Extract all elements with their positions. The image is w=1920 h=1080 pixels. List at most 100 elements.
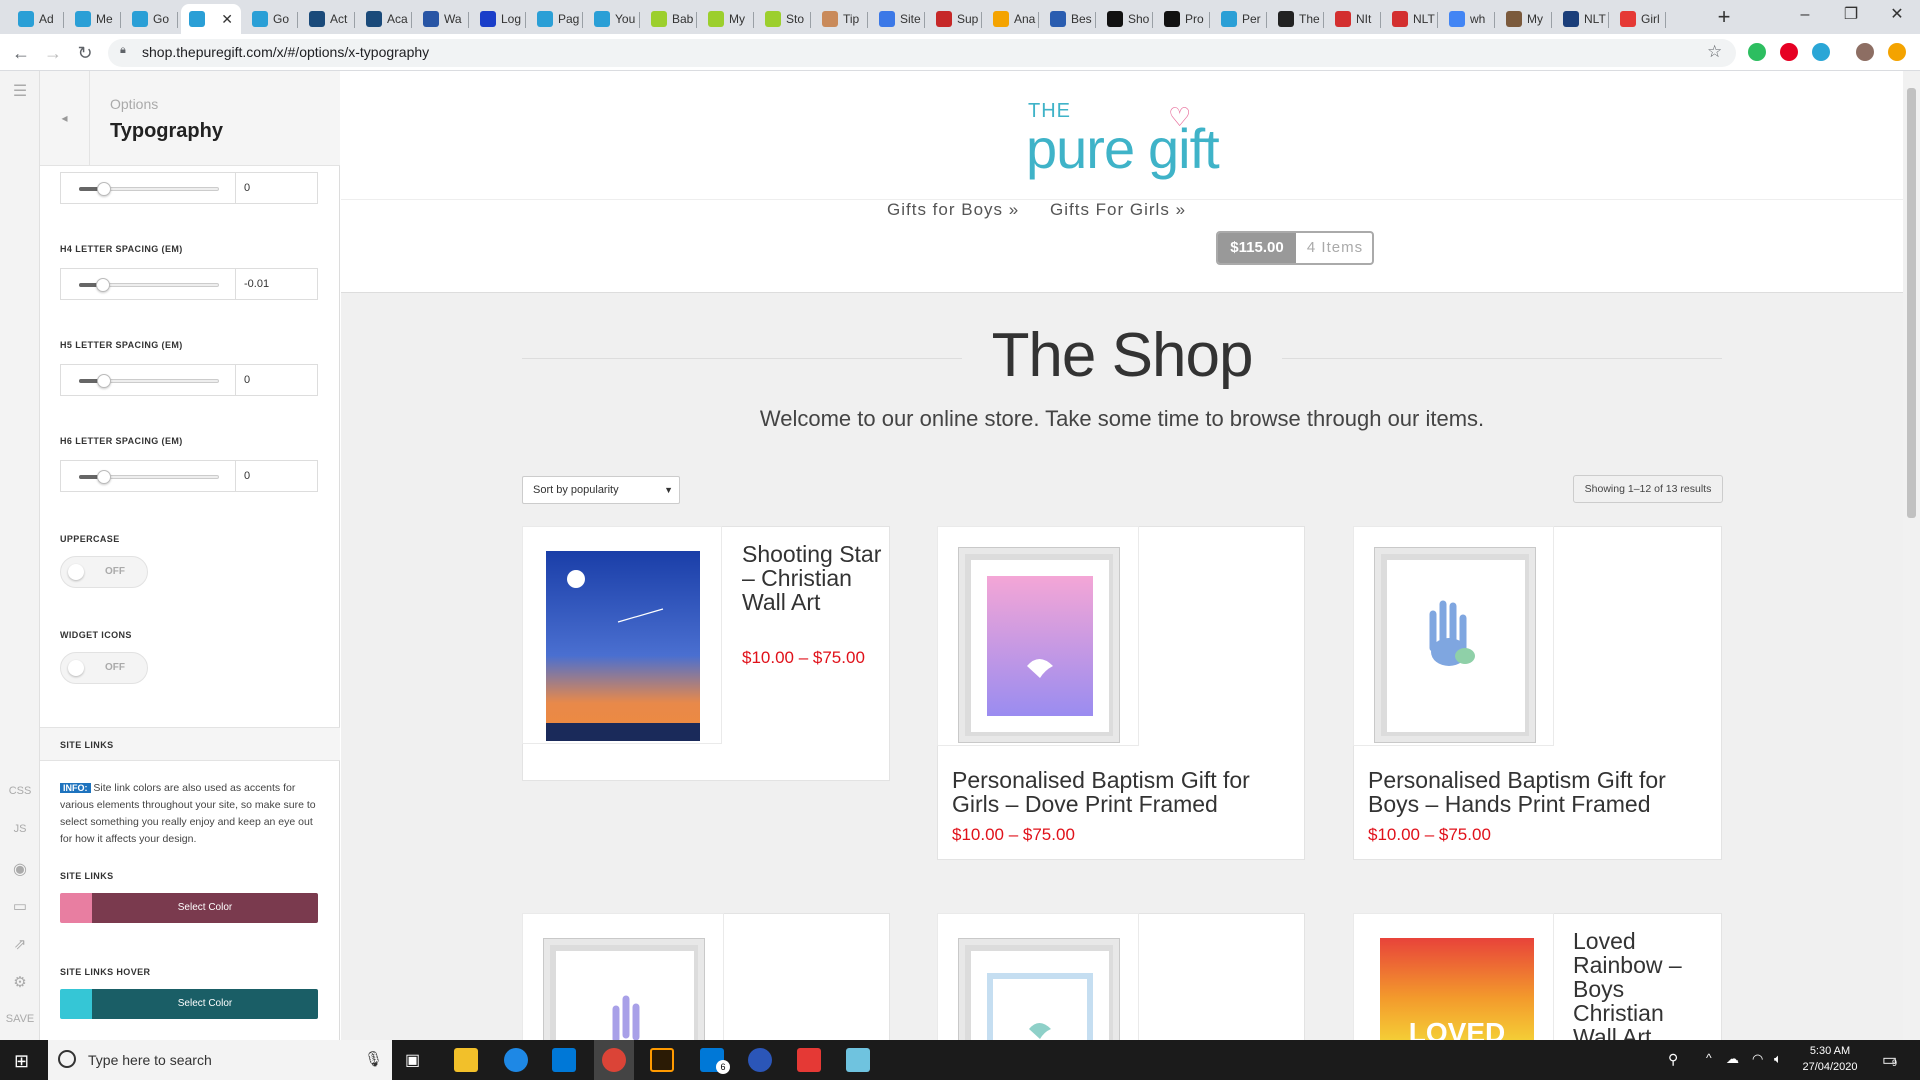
wifi-icon[interactable]: ◠ [1752,1051,1763,1067]
browser-tab[interactable]: Me [67,4,121,34]
product-image[interactable] [522,913,724,1053]
browser-tab[interactable]: Sho [1099,4,1153,34]
product-image[interactable] [522,526,722,744]
letter-spacing-slider[interactable]: -0.01 [60,268,318,300]
browser-tab[interactable]: Site [871,4,925,34]
back-arrow-icon[interactable]: ← [8,40,34,66]
logo-pure-text[interactable]: pure [1026,116,1135,181]
slider-handle[interactable] [97,470,111,484]
browser-tab[interactable]: You [586,4,640,34]
product-image[interactable]: LOVED [1353,913,1554,1053]
maximize-button[interactable]: ❐ [1828,0,1874,34]
product-title[interactable]: Personalised Baptism Gift for Boys – Han… [1368,768,1708,816]
close-window-button[interactable]: ✕ [1874,0,1920,34]
browser-tab[interactable]: Pro [1156,4,1210,34]
slider-value-input[interactable]: 0 [235,173,318,203]
product-title[interactable]: Shooting Star – Christian Wall Art [742,542,882,614]
browser-tab[interactable]: Sup [928,4,982,34]
bookmark-star-icon[interactable]: ☆ [1707,42,1722,62]
browser-tab[interactable]: NLT [1384,4,1438,34]
site-links-color-button[interactable]: Select Color [60,893,318,923]
slider-value-input[interactable]: 0 [235,461,318,491]
notepad-icon[interactable] [846,1048,870,1072]
gear-icon[interactable]: ⚙ [0,973,40,991]
new-tab-button[interactable]: + [1710,4,1738,32]
url-text[interactable]: shop.thepuregift.com/x/#/options/x-typog… [142,44,429,60]
browser-tab[interactable]: My [1498,4,1552,34]
js-tab[interactable]: JS [0,823,40,835]
browser-tab[interactable]: Sto [757,4,811,34]
uppercase-toggle[interactable]: OFF [60,556,148,588]
slider-value-input[interactable]: 0 [235,365,318,395]
clock[interactable]: 5:30 AM 27/04/2020 [1790,1043,1870,1075]
reload-icon[interactable]: ↻ [72,40,98,66]
browser-tab[interactable]: ✕ [181,4,241,34]
browser-tab[interactable]: NLT [1555,4,1609,34]
microphone-icon[interactable]: 🎙︎ [364,1050,383,1068]
cart-button[interactable]: $115.00 4 Items [1216,231,1374,265]
browser-tab[interactable]: Tip [814,4,868,34]
pinterest-extension-icon[interactable] [1780,43,1798,61]
people-icon[interactable]: ⚲ [1668,1051,1678,1068]
edge-icon[interactable] [504,1048,528,1072]
evernote-extension-icon[interactable] [1748,43,1766,61]
browser-tab[interactable]: Act [301,4,355,34]
acrobat-icon[interactable] [797,1048,821,1072]
browser-tab[interactable]: Girl [1612,4,1666,34]
menu-icon[interactable]: ☰ [0,81,40,101]
browser-tab[interactable]: My [700,4,754,34]
browser-tab[interactable]: Go [244,4,298,34]
extension-icon[interactable] [1812,43,1830,61]
browser-tab[interactable]: Bes [1042,4,1096,34]
browser-tab[interactable]: Log [472,4,526,34]
windows-start-icon[interactable]: ⊞ [14,1051,29,1072]
store-icon[interactable] [552,1048,576,1072]
browser-tab[interactable]: Pag [529,4,583,34]
zoom-icon[interactable] [748,1048,772,1072]
onedrive-icon[interactable]: ☁ [1726,1051,1739,1067]
slider-handle[interactable] [97,182,111,196]
product-title[interactable]: Loved Rainbow – Boys Christian Wall Art [1573,929,1713,1049]
save-button[interactable]: SAVE [0,1013,40,1025]
site-links-hover-color-button[interactable]: Select Color [60,989,318,1019]
browser-tab[interactable]: The [1270,4,1324,34]
illustrator-icon[interactable] [650,1048,674,1072]
close-tab-icon[interactable]: ✕ [221,11,233,28]
device-icon[interactable]: ▭ [0,897,40,915]
browser-tab[interactable]: Bab [643,4,697,34]
file-explorer-icon[interactable] [454,1048,478,1072]
settings-circle-icon[interactable]: ◉ [0,859,40,879]
back-caret-icon[interactable]: ◂ [40,71,90,166]
product-image[interactable] [937,526,1139,746]
slider-value-input[interactable]: -0.01 [235,269,318,299]
product-image[interactable] [937,913,1139,1053]
forward-arrow-icon[interactable]: → [40,40,66,66]
letter-spacing-slider[interactable]: 0 [60,172,318,204]
browser-tab[interactable]: Wa [415,4,469,34]
letter-spacing-slider[interactable]: 0 [60,364,318,396]
product-title[interactable]: Personalised Baptism Gift for Girls – Do… [952,768,1292,816]
browser-tab[interactable]: NIt [1327,4,1381,34]
external-link-icon[interactable]: ⇗ [0,935,40,953]
sort-select[interactable]: Sort by popularity ▼ [522,476,680,504]
browser-tab[interactable]: Aca [358,4,412,34]
browser-tab[interactable]: Ad [10,4,64,34]
slider-handle[interactable] [96,278,110,292]
browser-tab[interactable]: wh [1441,4,1495,34]
browser-tab[interactable]: Go [124,4,178,34]
profile-avatar[interactable] [1856,43,1874,61]
volume-icon[interactable]: 🔈︎ [1774,1051,1782,1067]
chrome-icon[interactable] [602,1048,626,1072]
taskbar-search[interactable]: Type here to search 🎙︎ [48,1040,392,1080]
site-links-section-header[interactable]: SITE LINKS [40,727,340,761]
nav-gifts-for-boys[interactable]: Gifts for Boys » [887,200,1019,220]
chevron-up-icon[interactable]: ^ [1706,1051,1712,1065]
lock-icon[interactable]: 🔒︎ [120,44,134,60]
browser-tab[interactable]: Per [1213,4,1267,34]
widget-icons-toggle[interactable]: OFF [60,652,148,684]
task-view-icon[interactable]: ▣ [405,1050,420,1070]
css-tab[interactable]: CSS [0,785,40,797]
letter-spacing-slider[interactable]: 0 [60,460,318,492]
product-image[interactable] [1353,526,1554,746]
slider-handle[interactable] [97,374,111,388]
